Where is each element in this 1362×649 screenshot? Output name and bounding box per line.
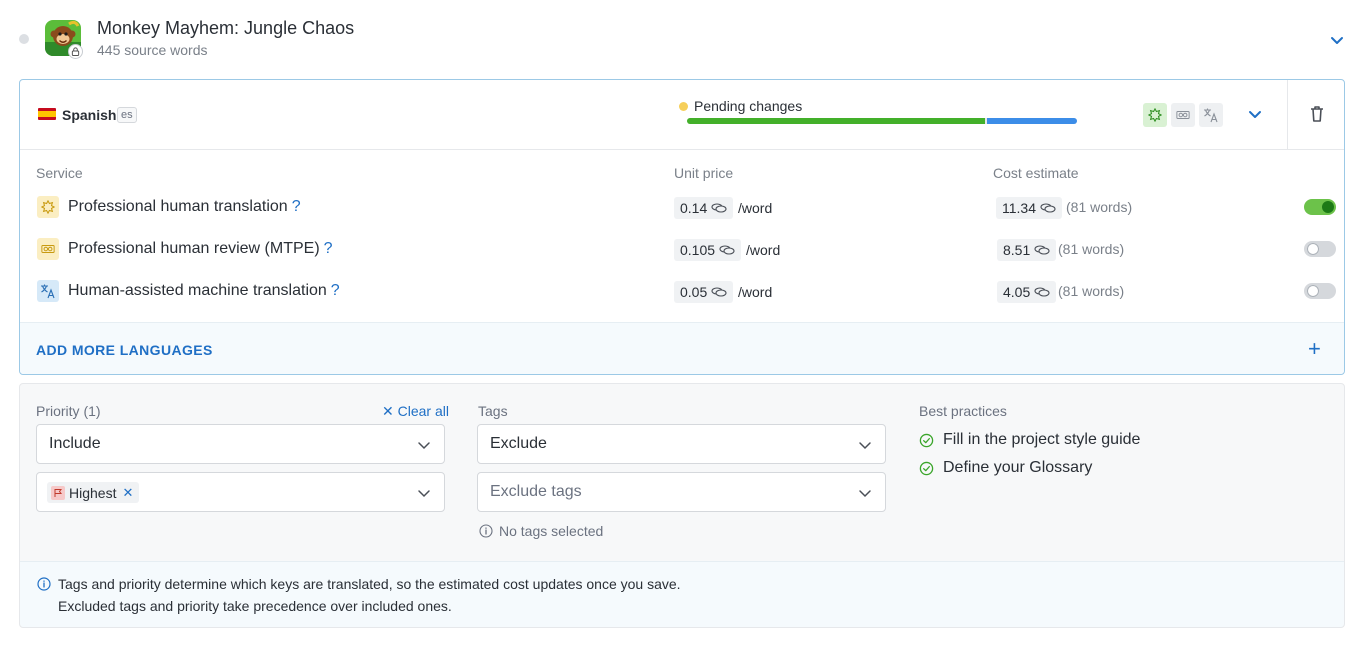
tags-mode-value: Exclude [490,435,547,452]
help-icon[interactable]: ? [331,282,340,299]
priority-mode-select[interactable]: Include [36,424,445,464]
language-status: Pending changes [694,98,803,114]
progress-in-progress [986,118,1077,124]
remove-tag-icon[interactable]: ✕ [122,485,133,501]
coins-icon [1034,287,1050,297]
star-badge-icon [37,196,59,218]
translate-icon[interactable] [1199,103,1223,127]
chevron-down-icon[interactable] [1327,30,1347,50]
language-code-badge: es [117,107,137,123]
close-icon: ✕ [382,403,394,419]
unit-price-chip: 0.05 [674,281,734,303]
unit-price-chip: 0.14 [674,197,734,219]
service-row: Human-assisted machine translation? 0.05… [20,271,1344,313]
clear-all-button[interactable]: ✕ Clear all [382,403,449,420]
info-strip: Tags and priority determine which keys a… [20,561,1344,627]
pending-status-dot [679,102,688,111]
service-toggle[interactable] [1304,199,1336,215]
cost-chip: 11.34 [996,197,1062,219]
trash-icon[interactable] [1307,104,1327,124]
project-source-words: 445 source words [97,42,208,58]
filters-panel: Priority (1) ✕ Clear all Include Highest… [19,383,1345,628]
service-row: Professional human review (MTPE)? 0.105 … [20,229,1344,271]
review-glasses-icon [37,238,59,260]
priority-values-select[interactable]: Highest ✕ [36,472,445,512]
service-name: Professional human review (MTPE)? [68,240,333,257]
column-header-unit-price: Unit price [674,165,734,181]
cost-chip: 4.05 [997,281,1057,303]
info-icon [479,524,493,538]
review-glasses-icon[interactable] [1171,103,1195,127]
word-count: (81 words) [1058,283,1125,299]
column-header-cost-estimate: Cost estimate [993,165,1079,181]
coins-icon [711,203,727,213]
translate-icon [37,280,59,302]
progress-completed [687,118,985,124]
unit-label: /word [738,200,773,216]
check-circle-icon [919,461,934,475]
column-header-service: Service [36,165,83,181]
tags-mode-select[interactable]: Exclude [477,424,886,464]
exclude-tags-select[interactable]: Exclude tags [477,472,886,512]
language-name: Spanish [62,107,117,123]
word-count: (81 words) [1058,241,1125,257]
star-badge-icon[interactable] [1143,103,1167,127]
project-header[interactable]: Monkey Mayhem: Jungle Chaos 445 source w… [0,0,1362,78]
priority-label: Priority (1) [36,403,101,419]
service-name: Professional human translation? [68,198,301,215]
project-status-dot [19,34,29,44]
check-circle-icon [919,433,934,447]
plus-icon[interactable]: + [1308,338,1321,360]
best-practice-item[interactable]: Define your Glossary [919,459,1092,477]
language-row: Spanish es Pending changes [20,80,1344,150]
coins-icon [1040,203,1056,213]
info-text-line: Tags and priority determine which keys a… [58,576,681,592]
service-toggle[interactable] [1304,283,1336,299]
service-name: Human-assisted machine translation? [68,282,340,299]
coins-icon [719,245,735,255]
unit-price-chip: 0.105 [674,239,742,261]
chevron-down-icon [418,442,430,450]
priority-tag-chip: Highest ✕ [47,482,140,503]
flag-icon [51,485,65,500]
service-toggle[interactable] [1304,241,1336,257]
word-count: (81 words) [1066,199,1133,215]
info-text-line: Excluded tags and priority take preceden… [58,598,452,614]
add-more-languages-row[interactable]: ADD MORE LANGUAGES + [20,322,1344,374]
chevron-down-icon [859,442,871,450]
project-title: Monkey Mayhem: Jungle Chaos [97,18,355,38]
unit-label: /word [738,284,773,300]
chevron-down-icon[interactable] [1245,104,1265,124]
spain-flag-icon [38,108,56,120]
add-more-languages-button[interactable]: ADD MORE LANGUAGES [36,342,213,358]
no-tags-note: No tags selected [479,523,603,539]
priority-mode-value: Include [49,435,101,452]
help-icon[interactable]: ? [292,198,301,215]
best-practices-label: Best practices [919,403,1007,419]
lock-icon [68,44,83,59]
language-progress-bar [687,118,1077,124]
coins-icon [711,287,727,297]
help-icon[interactable]: ? [324,240,333,257]
coins-icon [1034,245,1050,255]
exclude-tags-placeholder: Exclude tags [490,483,582,500]
info-icon [37,577,51,591]
unit-label: /word [746,242,781,258]
cost-chip: 8.51 [997,239,1057,261]
service-type-icons [1143,103,1223,127]
language-card: Spanish es Pending changes Service Unit … [19,79,1345,375]
divider [1287,80,1288,149]
best-practice-item[interactable]: Fill in the project style guide [919,431,1140,449]
service-row: Professional human translation? 0.14 /wo… [20,187,1344,229]
chevron-down-icon [859,490,871,498]
tags-label: Tags [478,403,508,419]
chevron-down-icon [418,490,430,498]
